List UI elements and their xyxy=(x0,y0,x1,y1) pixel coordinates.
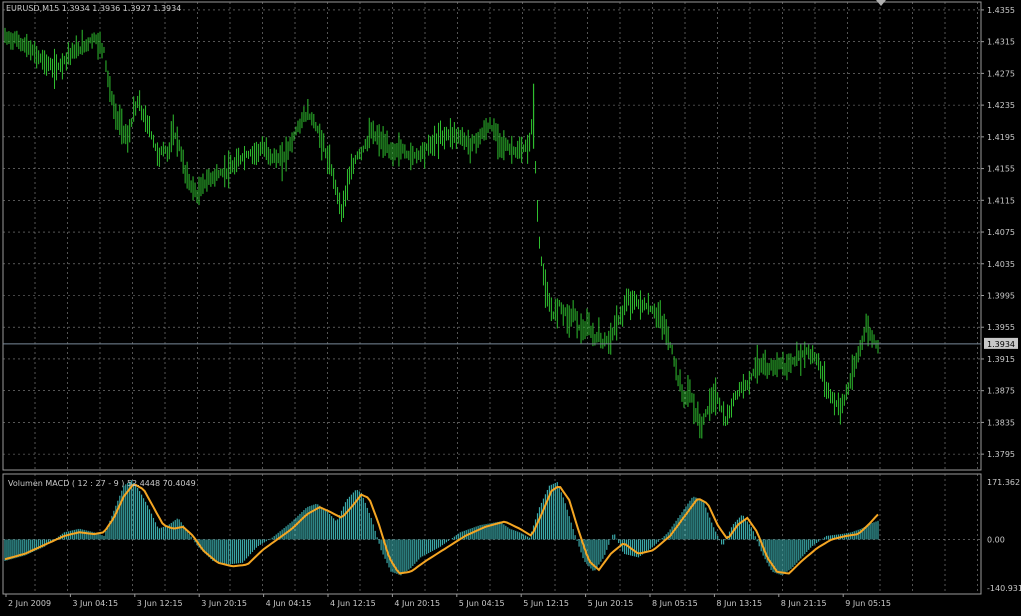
indicator-header: Volumen MACD ( 12 : 27 - 9 ) 52.4448 70.… xyxy=(8,479,196,488)
price-tick-label: 1.3995 xyxy=(987,291,1015,300)
indicator-tick-label: 171.362 xyxy=(987,478,1020,487)
time-tick-label: 3 Jun 04:15 xyxy=(72,599,118,608)
price-tick-label: 1.4195 xyxy=(987,133,1015,142)
price-tick-label: 1.4355 xyxy=(987,6,1015,15)
time-tick-label: 3 Jun 12:15 xyxy=(137,599,183,608)
time-tick-label: 4 Jun 04:15 xyxy=(266,599,312,608)
time-tick-label: 3 Jun 20:15 xyxy=(201,599,247,608)
time-tick-label: 8 Jun 13:15 xyxy=(716,599,762,608)
price-tick-label: 1.3955 xyxy=(987,323,1015,332)
price-tick-label: 1.4155 xyxy=(987,165,1015,174)
price-axis[interactable]: 1.4355 1.4315 1.4275 1.4235 1.4195 1.4155 1.41… xyxy=(981,6,1015,459)
time-tick-label: 9 Jun 05:15 xyxy=(845,599,891,608)
time-tick-label: 4 Jun 20:15 xyxy=(394,599,440,608)
price-tick-label: 1.4115 xyxy=(987,196,1015,205)
price-tick-label: 1.4275 xyxy=(987,69,1015,78)
time-tick-label: 8 Jun 05:15 xyxy=(652,599,698,608)
current-price-tag: 1.3934 xyxy=(984,337,1018,349)
time-tick-label: 5 Jun 04:15 xyxy=(459,599,505,608)
time-tick-label: 5 Jun 20:15 xyxy=(588,599,634,608)
time-tick-label: 4 Jun 12:15 xyxy=(330,599,376,608)
price-tick-label: 1.4075 xyxy=(987,228,1015,237)
price-tick-label: 1.3915 xyxy=(987,355,1015,364)
time-tick-label: 8 Jun 21:15 xyxy=(781,599,827,608)
price-tick-label: 1.3795 xyxy=(987,450,1015,459)
chart-canvas[interactable]: 1.4355 1.4315 1.4275 1.4235 1.4195 1.4155 1.41… xyxy=(0,0,1021,612)
price-tick-label: 1.4235 xyxy=(987,101,1015,110)
price-tick-label: 1.3835 xyxy=(987,418,1015,427)
price-tick-label: 1.3875 xyxy=(987,387,1015,396)
time-tick-label: 5 Jun 12:15 xyxy=(523,599,569,608)
price-tick-label: 1.4315 xyxy=(987,38,1015,47)
time-tick-label: 2 Jun 2009 xyxy=(8,599,51,608)
symbol-header: EURUSD,M15 1.3934 1.3936 1.3927 1.3934 xyxy=(6,4,181,13)
chart-window[interactable]: 1.4355 1.4315 1.4275 1.4235 1.4195 1.4155 1.41… xyxy=(0,0,1021,612)
indicator-tick-label: -140.931 xyxy=(987,584,1021,593)
current-price-label: 1.3934 xyxy=(987,340,1015,349)
indicator-tick-label: 0.00 xyxy=(987,535,1005,544)
price-tick-label: 1.4035 xyxy=(987,260,1015,269)
